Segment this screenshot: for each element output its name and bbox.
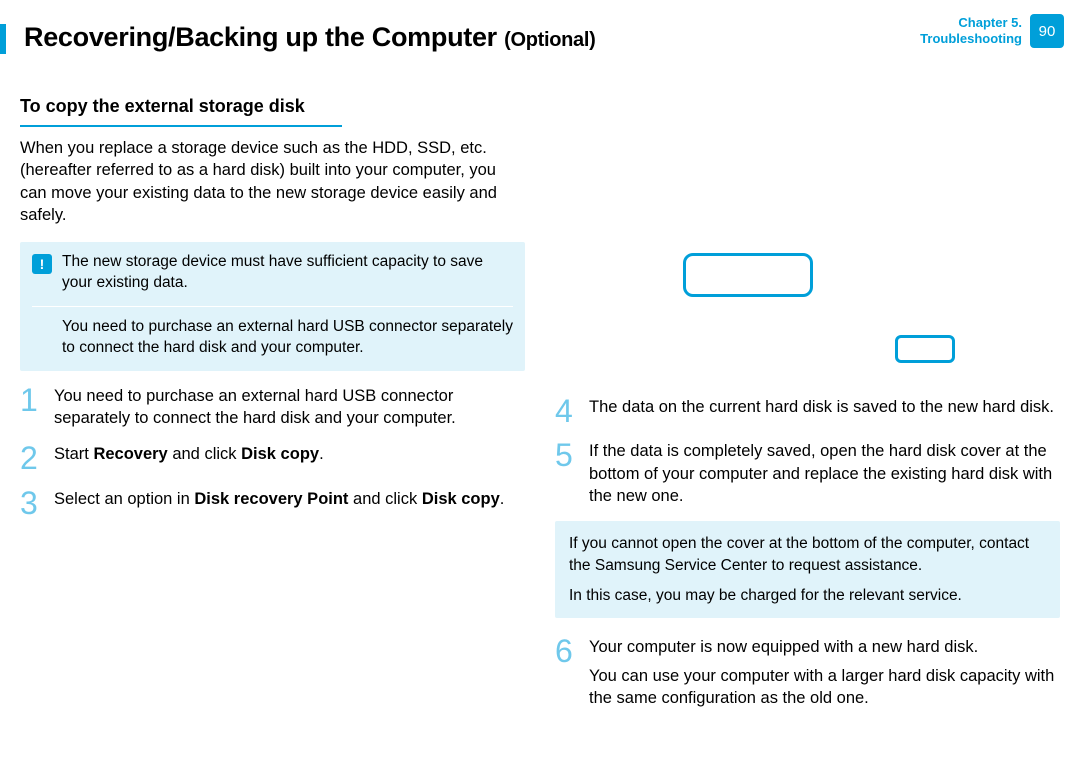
page-header: Recovering/Backing up the Computer (Opti… — [20, 22, 1060, 76]
step-1: 1 You need to purchase an external hard … — [20, 385, 525, 430]
step-5: 5 If the data is completely saved, open … — [555, 440, 1060, 507]
page-root: Recovering/Backing up the Computer (Opti… — [0, 0, 1080, 766]
section-subhead: To copy the external storage disk — [20, 96, 342, 127]
title-accent-bar — [0, 24, 6, 54]
step-2-pre: Start — [54, 445, 93, 463]
note-box: ! The new storage device must have suffi… — [20, 242, 525, 371]
page-title: Recovering/Backing up the Computer (Opti… — [20, 22, 596, 53]
step-4: 4 The data on the current hard disk is s… — [555, 396, 1060, 426]
info-box-p1: If you cannot open the cover at the bott… — [569, 533, 1046, 576]
step-1-text: You need to purchase an external hard US… — [54, 385, 525, 430]
left-column: To copy the external storage disk When y… — [20, 96, 525, 723]
chapter-block: Chapter 5. Troubleshooting 90 — [920, 14, 1064, 48]
step-2-bold-1: Recovery — [93, 445, 167, 463]
info-box-p2: In this case, you may be charged for the… — [569, 585, 1046, 607]
step-number-5: 5 — [555, 440, 579, 507]
intro-paragraph: When you replace a storage device such a… — [20, 137, 525, 226]
step-3-pre: Select an option in — [54, 490, 194, 508]
step-3-suf: . — [500, 490, 505, 508]
chapter-name: Troubleshooting — [920, 31, 1022, 47]
note-divider — [32, 306, 513, 307]
step-5-text: If the data is completely saved, open th… — [589, 440, 1060, 507]
info-box: If you cannot open the cover at the bott… — [555, 521, 1060, 618]
step-number-2: 2 — [20, 443, 44, 473]
step-2-bold-2: Disk copy — [241, 445, 319, 463]
step-3-bold-2: Disk copy — [422, 490, 500, 508]
title-optional: (Optional) — [504, 29, 595, 51]
step-6-text: Your computer is now equipped with a new… — [589, 636, 1060, 709]
step-6-p2: You can use your computer with a larger … — [589, 665, 1060, 710]
chapter-text: Chapter 5. Troubleshooting — [920, 15, 1022, 48]
note-text-2: You need to purchase an external hard US… — [32, 317, 513, 359]
page-number-badge: 90 — [1030, 14, 1064, 48]
right-column: 4 The data on the current hard disk is s… — [555, 96, 1060, 723]
step-4-text: The data on the current hard disk is sav… — [589, 396, 1054, 426]
page-number: 90 — [1039, 23, 1056, 40]
screenshot-figure — [555, 96, 1060, 396]
step-number-1: 1 — [20, 385, 44, 430]
note-text-1: The new storage device must have suffici… — [62, 252, 513, 294]
exclamation-icon: ! — [32, 254, 52, 274]
highlight-rect-small — [895, 335, 955, 363]
step-3-text: Select an option in Disk recovery Point … — [54, 488, 504, 518]
step-3-bold-1: Disk recovery Point — [194, 490, 348, 508]
step-3: 3 Select an option in Disk recovery Poin… — [20, 488, 525, 518]
chapter-label: Chapter 5. — [920, 15, 1022, 31]
step-6: 6 Your computer is now equipped with a n… — [555, 636, 1060, 709]
title-text: Recovering/Backing up the Computer — [24, 22, 497, 52]
step-2: 2 Start Recovery and click Disk copy. — [20, 443, 525, 473]
step-number-4: 4 — [555, 396, 579, 426]
step-6-p1: Your computer is now equipped with a new… — [589, 636, 1060, 658]
content-columns: To copy the external storage disk When y… — [20, 96, 1060, 723]
step-2-mid: and click — [168, 445, 241, 463]
step-number-6: 6 — [555, 636, 579, 709]
step-2-suf: . — [319, 445, 324, 463]
step-number-3: 3 — [20, 488, 44, 518]
step-3-mid: and click — [348, 490, 421, 508]
note-row-1: ! The new storage device must have suffi… — [32, 252, 513, 294]
step-2-text: Start Recovery and click Disk copy. — [54, 443, 324, 473]
highlight-rect-large — [683, 253, 813, 297]
